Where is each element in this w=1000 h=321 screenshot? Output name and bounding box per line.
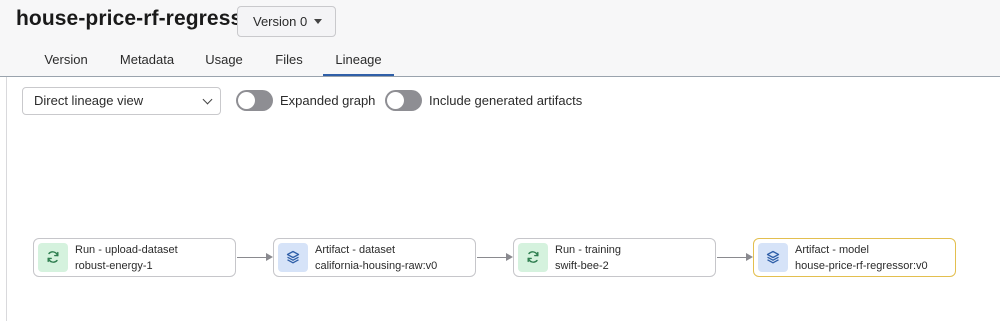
page-header: house-price-rf-regressor Version 0 (0, 0, 1000, 44)
lineage-view-dropdown[interactable]: Direct lineage view (22, 87, 221, 115)
arrow-right-icon (506, 253, 513, 261)
lineage-node-artifact-model[interactable]: Artifact - model house-price-rf-regresso… (753, 238, 956, 277)
include-generated-artifacts-toggle[interactable] (385, 90, 422, 111)
artifact-icon-badge (758, 243, 788, 272)
tab-metadata[interactable]: Metadata (110, 44, 184, 76)
node-title: Run - upload-dataset (75, 244, 178, 256)
artifact-icon-badge (278, 243, 308, 272)
node-name: swift-bee-2 (555, 260, 609, 272)
page-title: house-price-rf-regressor (16, 7, 264, 30)
node-name: house-price-rf-regressor:v0 (795, 260, 928, 272)
node-name: california-housing-raw:v0 (315, 260, 438, 272)
refresh-icon (527, 251, 539, 263)
tab-lineage[interactable]: Lineage (323, 44, 394, 76)
run-icon-badge (38, 243, 68, 272)
tab-files[interactable]: Files (263, 44, 315, 76)
tab-bar: Version Metadata Usage Files Lineage (0, 44, 1000, 77)
node-name: robust-energy-1 (75, 260, 153, 272)
lineage-node-run-upload-dataset[interactable]: Run - upload-dataset robust-energy-1 (33, 238, 236, 277)
toggle-knob (238, 92, 255, 109)
include-generated-artifacts-label: Include generated artifacts (429, 93, 583, 108)
toggle-knob (387, 92, 404, 109)
node-title: Artifact - model (795, 244, 869, 256)
lineage-edge (717, 257, 747, 258)
arrow-right-icon (746, 253, 753, 261)
expanded-graph-label: Expanded graph (280, 93, 376, 108)
run-icon-badge (518, 243, 548, 272)
version-dropdown-label: Version 0 (253, 14, 308, 29)
lineage-node-artifact-dataset[interactable]: Artifact - dataset california-housing-ra… (273, 238, 476, 277)
lineage-edge (477, 257, 507, 258)
refresh-icon (47, 251, 59, 263)
node-title: Run - training (555, 244, 622, 256)
layers-icon (286, 250, 300, 264)
lineage-edge (237, 257, 267, 258)
arrow-right-icon (266, 253, 273, 261)
lineage-node-run-training[interactable]: Run - training swift-bee-2 (513, 238, 716, 277)
layers-icon (766, 250, 780, 264)
version-dropdown[interactable]: Version 0 (237, 6, 336, 37)
node-title: Artifact - dataset (315, 244, 396, 256)
chevron-down-icon (202, 94, 213, 105)
tab-version[interactable]: Version (34, 44, 98, 76)
caret-down-icon (314, 19, 322, 24)
expanded-graph-toggle[interactable] (236, 90, 273, 111)
tab-usage[interactable]: Usage (196, 44, 252, 76)
lineage-view-dropdown-label: Direct lineage view (34, 93, 144, 108)
